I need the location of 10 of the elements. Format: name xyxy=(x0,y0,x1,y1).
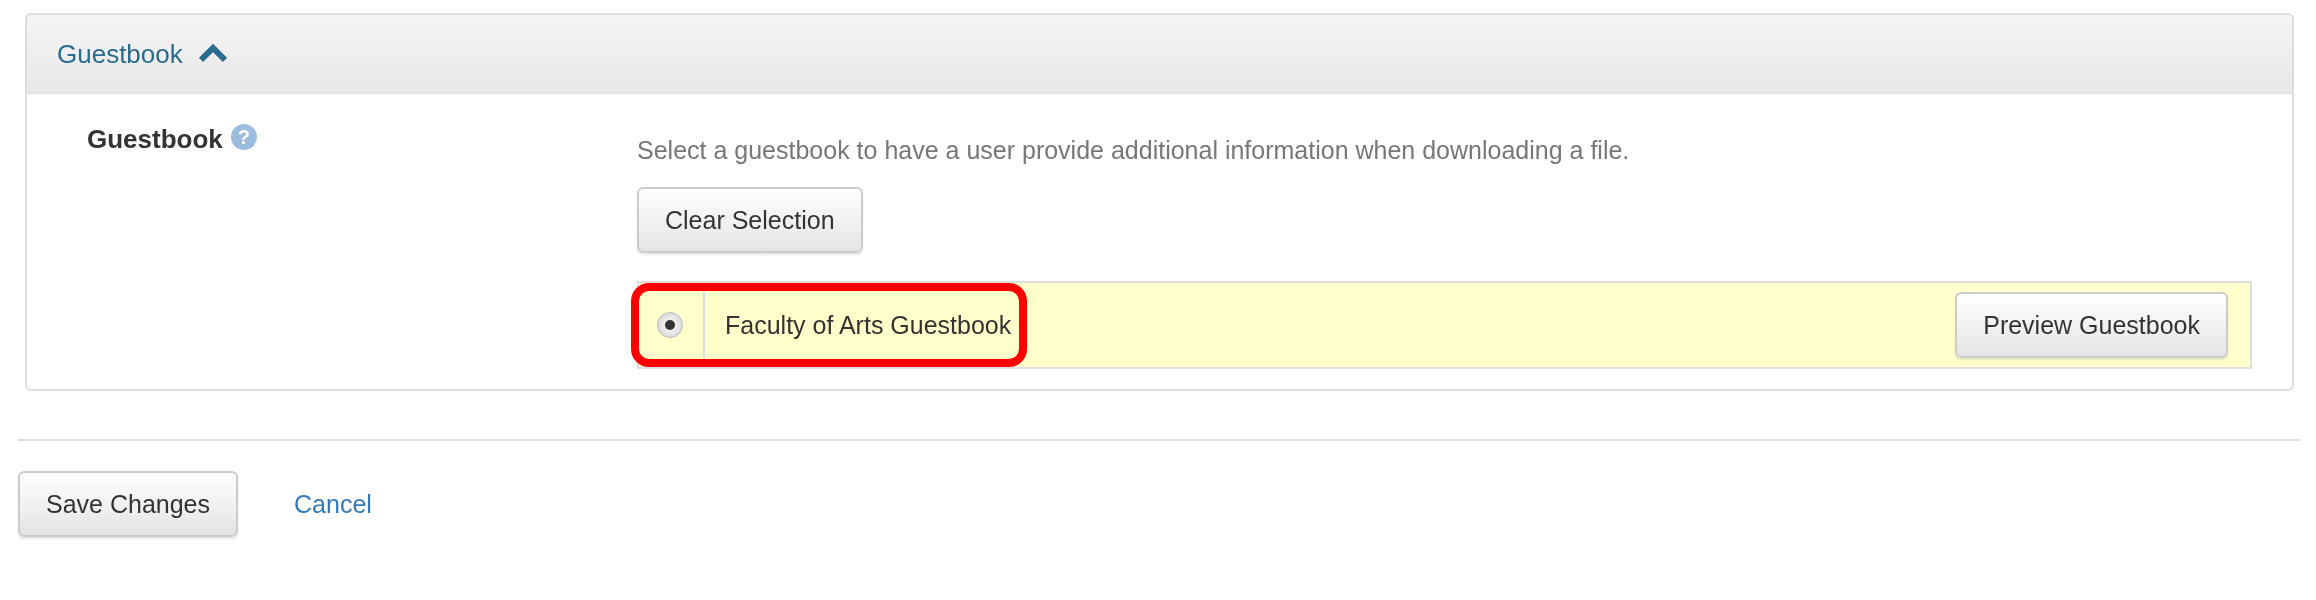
preview-guestbook-button[interactable]: Preview Guestbook xyxy=(1955,292,2228,358)
save-changes-button[interactable]: Save Changes xyxy=(18,471,238,537)
field-label: Guestbook xyxy=(87,124,223,155)
chevron-up-icon[interactable] xyxy=(198,44,227,64)
cancel-link[interactable]: Cancel xyxy=(294,489,372,519)
clear-selection-button[interactable]: Clear Selection xyxy=(637,187,863,253)
radio-button[interactable] xyxy=(657,312,683,338)
field-description: Select a guestbook to have a user provide additional information when downloading a file. xyxy=(637,136,1631,165)
guestbook-name: Faculty of Arts Guestbook xyxy=(703,291,1020,359)
panel-title[interactable]: Guestbook xyxy=(57,38,183,70)
